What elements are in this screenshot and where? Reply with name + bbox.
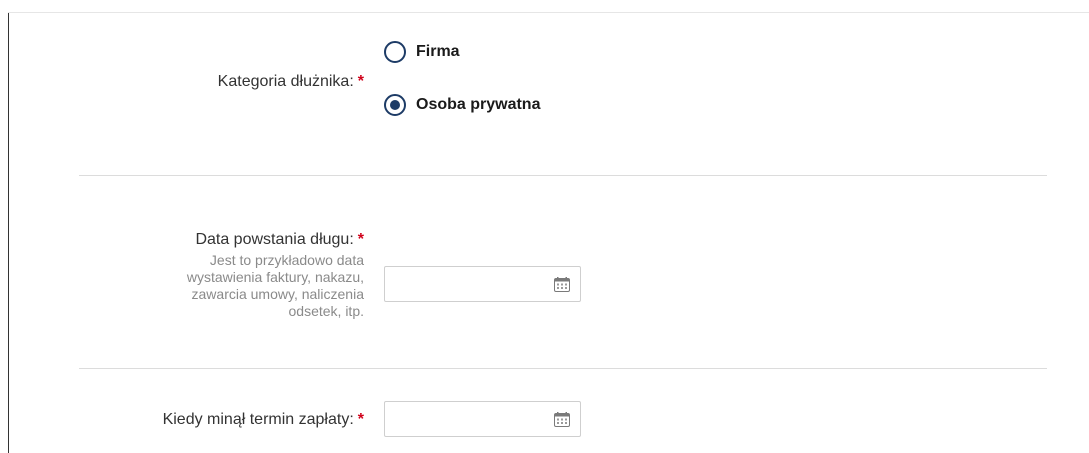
- due-date-input[interactable]: [385, 402, 545, 436]
- radio-selected-dot: [390, 100, 400, 110]
- required-asterisk: *: [357, 231, 364, 248]
- debt-date-field[interactable]: [384, 266, 581, 302]
- section-divider: [79, 368, 1047, 369]
- debtor-category-label-text: Kategoria dłużnika:: [217, 73, 354, 90]
- calendar-icon[interactable]: [554, 277, 570, 292]
- debt-date-label-text: Data powstania długu:: [195, 231, 354, 248]
- debt-date-input[interactable]: [385, 267, 545, 301]
- radio-option-osoba-prywatna[interactable]: Osoba prywatna: [384, 94, 540, 116]
- debt-date-label-block: Data powstania długu: * Jest to przykłado…: [144, 230, 364, 320]
- form-page: Kategoria dłużnika: * Firma Osoba prywatn…: [0, 0, 1089, 453]
- required-asterisk: *: [357, 411, 364, 428]
- radio-label-osoba-prywatna[interactable]: Osoba prywatna: [416, 96, 540, 114]
- left-border: [8, 12, 9, 453]
- radio-label-firma[interactable]: Firma: [416, 43, 460, 61]
- debt-date-hint: Jest to przykładowo data wystawienia fak…: [144, 252, 364, 320]
- debtor-category-label-block: Kategoria dłużnika: *: [218, 72, 364, 92]
- debt-date-label: Data powstania długu: *: [144, 230, 364, 250]
- calendar-icon[interactable]: [554, 412, 570, 427]
- radio-button-firma[interactable]: [384, 41, 406, 63]
- hint-line: wystawienia faktury, nakazu,: [186, 269, 364, 285]
- section-divider: [79, 175, 1047, 176]
- hint-line: odsetek, itp.: [288, 303, 365, 319]
- due-date-field[interactable]: [384, 401, 581, 437]
- radio-option-firma[interactable]: Firma: [384, 41, 460, 63]
- top-divider: [8, 12, 1089, 13]
- hint-line: zawarcia umowy, naliczenia: [191, 286, 364, 302]
- radio-button-osoba-prywatna[interactable]: [384, 94, 406, 116]
- debtor-category-label: Kategoria dłużnika: *: [218, 72, 364, 92]
- due-date-label: Kiedy minął termin zapłaty: *: [163, 410, 364, 430]
- hint-line: Jest to przykładowo data: [209, 252, 364, 268]
- due-date-label-block: Kiedy minął termin zapłaty: *: [163, 410, 364, 430]
- required-asterisk: *: [357, 73, 364, 90]
- due-date-label-text: Kiedy minął termin zapłaty:: [162, 411, 354, 428]
